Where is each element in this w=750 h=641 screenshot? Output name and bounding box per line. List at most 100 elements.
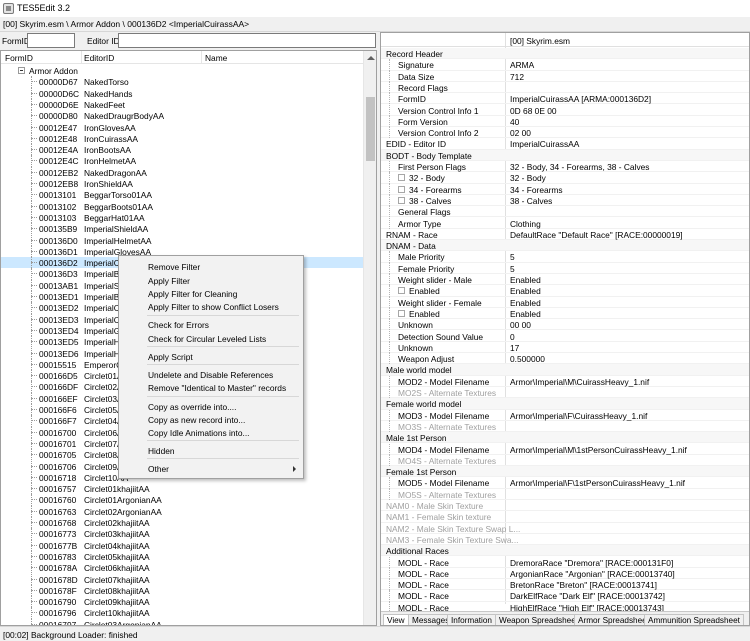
record-field-row[interactable]: 32 - Body 32 - Body — [381, 172, 749, 184]
tree-row[interactable]: 00016757 Circlet01khajiitAA — [1, 483, 363, 495]
tab-armor-spreadsheet[interactable]: Armor Spreadsheet — [574, 614, 653, 625]
tree-row[interactable]: 00013101 BeggarTorso01AA — [1, 189, 363, 201]
record-field-row[interactable]: Female Priority 5 — [381, 262, 749, 274]
record-field-row[interactable]: MOD2 - Model Filename Armor\Imperial\M\Cu… — [381, 375, 749, 387]
tree-row[interactable]: 00016763 Circlet02ArgonianAA — [1, 505, 363, 517]
menu-item-check-for-circular-leveled-lists[interactable]: Check for Circular Leveled Lists — [121, 333, 301, 345]
menu-item-remove-identical-to-master-records[interactable]: Remove "Identical to Master" records — [121, 382, 301, 394]
menu-item-check-for-errors[interactable]: Check for Errors — [121, 319, 301, 331]
record-field-row[interactable]: Data Size 712 — [381, 70, 749, 82]
tree-row[interactable]: 00012EB2 NakedDragonAA — [1, 166, 363, 178]
menu-item-undelete-and-disable-references[interactable]: Undelete and Disable References — [121, 369, 301, 381]
tree-row[interactable]: 00000D6C NakedHands — [1, 87, 363, 99]
tree-row[interactable]: 00016773 Circlet03khajiitAA — [1, 528, 363, 540]
tree-row[interactable]: 00013102 BeggarBoots01AA — [1, 200, 363, 212]
tree-row[interactable]: 00012E4C IronHelmetAA — [1, 155, 363, 167]
tree-row[interactable]: 00000D67 NakedTorso — [1, 76, 363, 88]
tab-information[interactable]: Information — [447, 614, 496, 625]
record-field-row[interactable]: MO2S - Alternate Textures — [381, 387, 749, 399]
column-divider[interactable] — [81, 51, 82, 64]
tree-row[interactable]: 0001678D Circlet07khajiitAA — [1, 573, 363, 585]
menu-item-hidden[interactable]: Hidden — [121, 445, 301, 457]
record-field-row[interactable]: Record Flags — [381, 81, 749, 94]
record-field-row[interactable]: MODL - Race DremoraRace "Dremora" [RACE:0… — [381, 556, 749, 568]
record-field-row[interactable]: FormID ImperialCuirassAA [ARMA:000136D2] — [381, 93, 749, 105]
record-field-row[interactable]: Signature ARMA — [381, 59, 749, 71]
menu-item-apply-filter-to-show-conflict-losers[interactable]: Apply Filter to show Conflict Losers — [121, 301, 301, 313]
formid-filter-input[interactable] — [27, 33, 75, 48]
tree-row[interactable]: 00016768 Circlet02khajiitAA — [1, 517, 363, 529]
tree-row[interactable]: 00016796 Circlet10khajiitAA — [1, 607, 363, 619]
record-field-row[interactable]: RNAM - Race DefaultRace "Default Race" [R… — [381, 229, 749, 241]
column-header-formid[interactable]: FormID — [5, 53, 33, 63]
menu-item-apply-filter[interactable]: Apply Filter — [121, 275, 301, 287]
record-field-row[interactable]: NAM2 - Male Skin Texture Swap L... — [381, 523, 749, 534]
tab-weapon-spreadsheet[interactable]: Weapon Spreadsheet — [495, 614, 583, 625]
tree-row[interactable]: 00013103 BeggarHat01AA — [1, 211, 363, 224]
tree-row[interactable]: 00012EB8 IronShieldAA — [1, 178, 363, 190]
record-field-row[interactable]: Female 1st Person — [381, 466, 749, 478]
record-field-row[interactable]: MO5S - Alternate Textures — [381, 488, 749, 500]
record-field-row[interactable]: MOD3 - Model Filename Armor\Imperial\F\Cu… — [381, 409, 749, 421]
tree-row[interactable]: 00012E48 IronCuirassAA — [1, 132, 363, 145]
record-field-row[interactable]: MODL - Race BretonRace "Breton" [RACE:000… — [381, 579, 749, 591]
tree-row[interactable]: 00012E47 IronGlovesAA — [1, 121, 363, 133]
collapse-icon[interactable] — [18, 67, 25, 74]
menu-item-copy-idle-animations-into[interactable]: Copy Idle Animations into... — [121, 427, 301, 439]
record-field-row[interactable]: Male Priority 5 — [381, 251, 749, 263]
record-field-row[interactable]: Form Version 40 — [381, 115, 749, 128]
tree-row[interactable]: 00016790 Circlet09khajiitAA — [1, 596, 363, 608]
record-field-row[interactable]: Version Control Info 2 02 00 — [381, 127, 749, 139]
record-field-row[interactable]: 38 - Calves 38 - Calves — [381, 194, 749, 207]
tree-scrollbar[interactable] — [363, 51, 376, 625]
tree-node-armor-addon[interactable]: Armor Addon — [1, 65, 363, 76]
record-field-row[interactable]: Enabled Enabled — [381, 307, 749, 320]
record-field-row[interactable]: Weapon Adjust 0.500000 — [381, 353, 749, 365]
menu-item-copy-as-override-into[interactable]: Copy as override into.... — [121, 401, 301, 413]
menu-item-remove-filter[interactable]: Remove Filter — [121, 261, 301, 273]
record-field-row[interactable]: NAM0 - Male Skin Texture — [381, 500, 749, 512]
record-field-row[interactable]: Additional Races — [381, 545, 749, 557]
record-field-row[interactable]: General Flags — [381, 206, 749, 218]
record-field-row[interactable]: Version Control Info 1 0D 68 0E 00 — [381, 104, 749, 116]
menu-item-apply-script[interactable]: Apply Script — [121, 351, 301, 363]
record-field-row[interactable]: MODL - Race DarkElfRace "Dark Elf" [RACE:… — [381, 590, 749, 602]
record-field-row[interactable]: DNAM - Data — [381, 240, 749, 252]
record-field-row[interactable]: Unknown 17 — [381, 341, 749, 354]
tree-row[interactable]: 000136D0 ImperialHelmetAA — [1, 234, 363, 246]
tree-row[interactable]: 00012E4A IronBootsAA — [1, 144, 363, 156]
tree-row[interactable]: 0001678A Circlet06khajiitAA — [1, 562, 363, 574]
scroll-thumb[interactable] — [366, 97, 375, 161]
scroll-up-icon[interactable] — [367, 56, 375, 60]
tab-ammunition-spreadsheet[interactable]: Ammunition Spreadsheet — [644, 614, 744, 625]
record-field-row[interactable]: Male world model — [381, 364, 749, 376]
tree-row[interactable]: 0001678F Circlet08khajiitAA — [1, 584, 363, 597]
editorid-filter-input[interactable] — [118, 33, 376, 48]
record-field-row[interactable]: Record Header — [381, 48, 749, 60]
record-field-row[interactable]: Unknown 00 00 — [381, 319, 749, 331]
record-field-row[interactable]: NAM3 - Female Skin Texture Swa... — [381, 534, 749, 546]
record-field-row[interactable]: NAM1 - Female Skin texture — [381, 511, 749, 523]
record-field-row[interactable]: BODT - Body Template — [381, 149, 749, 161]
record-field-row[interactable]: 34 - Forearms 34 - Forearms — [381, 183, 749, 195]
tree-row[interactable]: 00016783 Circlet05khajiitAA — [1, 550, 363, 563]
record-field-row[interactable]: Weight slider - Female Enabled — [381, 296, 749, 308]
tree-row[interactable]: 000135B9 ImperialShieldAA — [1, 223, 363, 235]
record-field-row[interactable]: First Person Flags 32 - Body, 34 - Forear… — [381, 161, 749, 173]
menu-item-apply-filter-for-cleaning[interactable]: Apply Filter for Cleaning — [121, 288, 301, 300]
tree-row[interactable]: 0001677B Circlet04khajiitAA — [1, 539, 363, 551]
column-divider[interactable] — [201, 51, 202, 64]
tree-row[interactable]: 00000D6E NakedFeet — [1, 98, 363, 111]
record-field-row[interactable]: Enabled Enabled — [381, 285, 749, 297]
column-header-editorid[interactable]: EditorID — [84, 53, 114, 63]
record-field-row[interactable]: MO3S - Alternate Textures — [381, 420, 749, 433]
record-field-row[interactable]: MODL - Race ArgonianRace "Argonian" [RACE… — [381, 567, 749, 580]
tree-row[interactable]: 00016760 Circlet01ArgonianAA — [1, 494, 363, 506]
record-field-row[interactable]: MOD4 - Model Filename Armor\Imperial\M\1s… — [381, 443, 749, 455]
record-field-row[interactable]: EDID - Editor ID ImperialCuirassAA — [381, 138, 749, 150]
column-header-name[interactable]: Name — [205, 53, 227, 63]
tree-row[interactable]: 00000D80 NakedDraugrBodyAA — [1, 110, 363, 122]
record-field-row[interactable]: MO4S - Alternate Textures — [381, 454, 749, 467]
record-field-row[interactable]: Weight slider - Male Enabled — [381, 274, 749, 286]
menu-item-other[interactable]: Other — [121, 463, 301, 475]
